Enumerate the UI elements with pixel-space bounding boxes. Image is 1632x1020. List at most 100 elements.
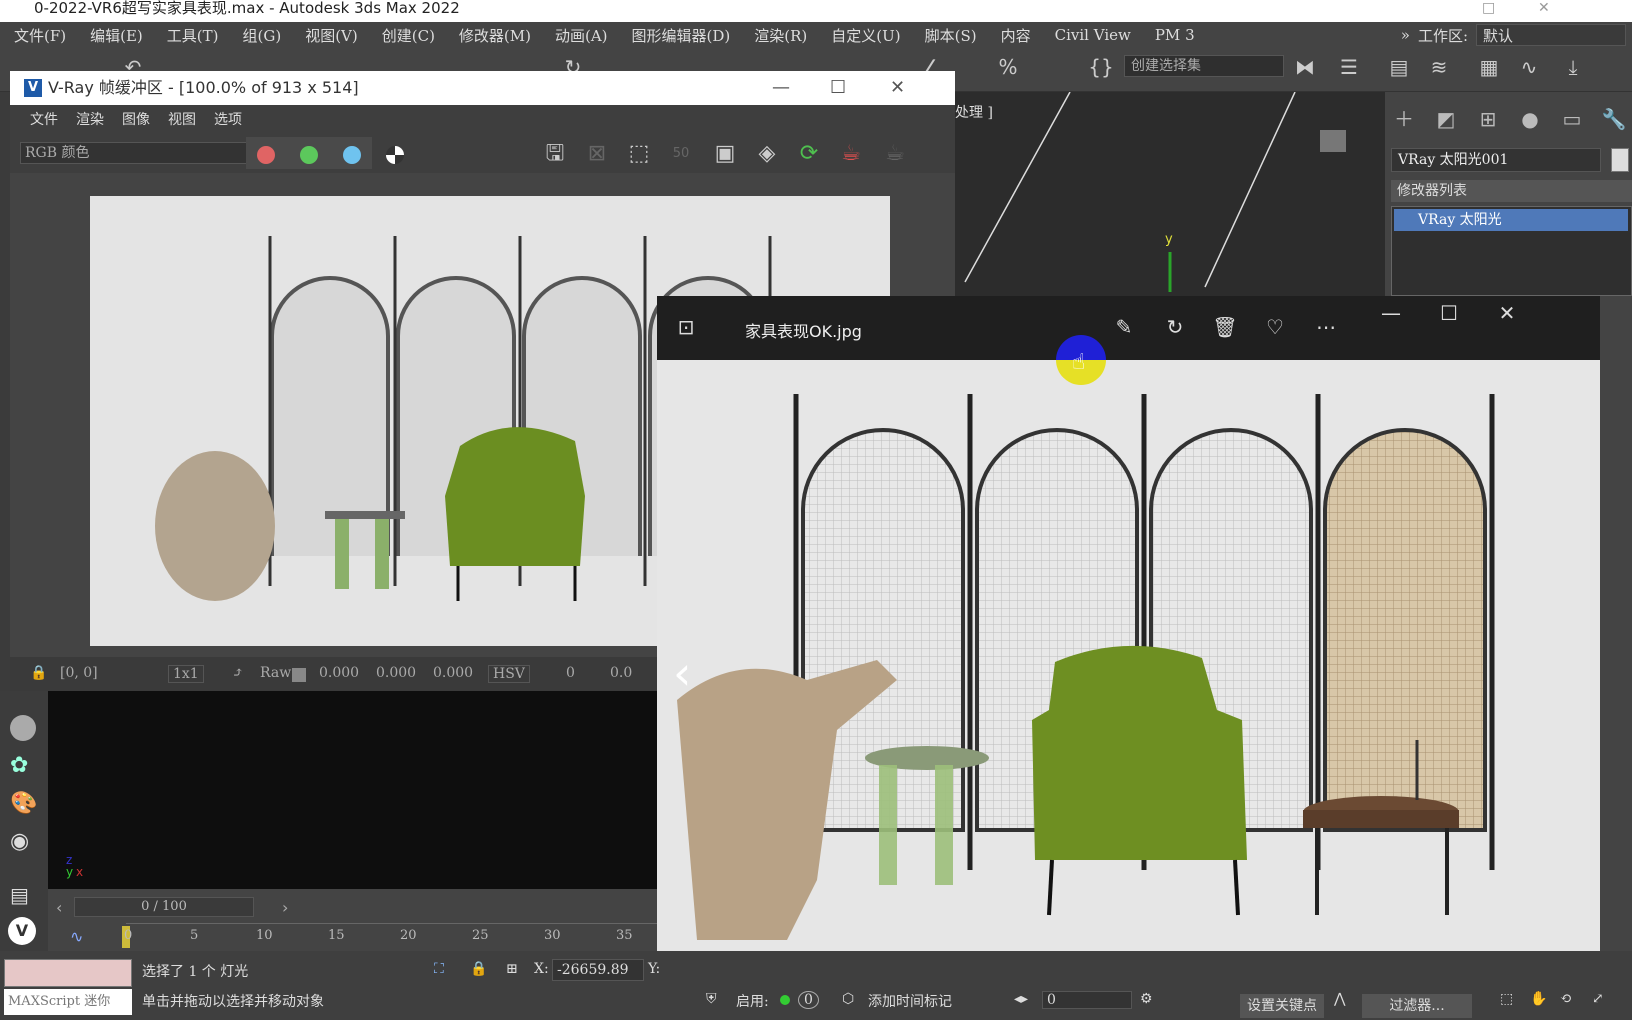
delete-icon[interactable]: 🗑 bbox=[1210, 312, 1240, 342]
color-mode-select[interactable]: HSV bbox=[488, 665, 530, 683]
menu-modifiers[interactable]: 修改器(M) bbox=[459, 25, 531, 46]
workspace-select[interactable]: 默认 bbox=[1476, 24, 1626, 46]
minimize-icon[interactable]: — bbox=[1376, 298, 1406, 328]
minimize-icon[interactable]: — bbox=[772, 71, 790, 105]
menu-views[interactable]: 视图(V) bbox=[305, 25, 358, 46]
menu-customize[interactable]: 自定义(U) bbox=[831, 25, 900, 46]
menu-tools[interactable]: 工具(T) bbox=[167, 25, 219, 46]
favorite-icon[interactable]: ♡ bbox=[1260, 312, 1290, 342]
region-render-icon[interactable]: ⬚ bbox=[624, 139, 654, 169]
perspective-viewport[interactable]: 处理 ] y bbox=[955, 92, 1385, 297]
menu-content[interactable]: 内容 bbox=[1001, 25, 1031, 46]
display-tab-icon[interactable]: ▭ bbox=[1559, 106, 1585, 132]
clear-icon[interactable]: ⊠ bbox=[582, 139, 612, 169]
menu-pm3[interactable]: PM 3 bbox=[1155, 26, 1195, 44]
menu-group[interactable]: 组(G) bbox=[243, 25, 282, 46]
maxscript-listener[interactable] bbox=[4, 959, 132, 987]
red-channel-toggle[interactable] bbox=[257, 146, 275, 164]
modify-tab-icon[interactable]: ◩ bbox=[1433, 106, 1459, 132]
menu-file[interactable]: 文件(F) bbox=[14, 25, 66, 46]
refresh-icon[interactable]: ⟳ bbox=[794, 139, 824, 169]
maximize-icon[interactable]: ☐ bbox=[830, 71, 846, 105]
time-ruler[interactable]: 0 5 10 15 20 25 30 35 bbox=[122, 923, 657, 949]
green-channel-toggle[interactable] bbox=[300, 146, 318, 164]
set-key-button[interactable]: 设置关键点 bbox=[1240, 994, 1324, 1018]
menu-scripting[interactable]: 脚本(S) bbox=[925, 25, 977, 46]
edit-image-icon[interactable]: ✎ bbox=[1109, 312, 1139, 342]
hierarchy-tab-icon[interactable]: ⊞ bbox=[1475, 106, 1501, 132]
bottom-viewport[interactable]: z y x bbox=[48, 691, 657, 889]
add-time-tag[interactable]: 添加时间标记 bbox=[868, 991, 952, 1011]
maxscript-mini-label[interactable]: MAXScript 迷你 bbox=[4, 989, 132, 1015]
lens-effects-icon[interactable]: ◈ bbox=[752, 139, 782, 169]
utilities-tab-icon[interactable]: 🔧 bbox=[1601, 106, 1627, 132]
palette-icon[interactable]: 🎨 bbox=[10, 791, 37, 816]
curve-icon[interactable]: ⤴ bbox=[232, 665, 244, 681]
lock-selection-icon[interactable]: 🔒 bbox=[470, 961, 487, 977]
menu-create[interactable]: 创建(C) bbox=[382, 25, 435, 46]
zoom-region-icon[interactable]: ⬚ bbox=[1500, 991, 1513, 1007]
mirror-icon[interactable]: ⧓ bbox=[1292, 54, 1318, 80]
more-icon[interactable]: ⋯ bbox=[1311, 312, 1341, 342]
timeline-prev-icon[interactable]: ‹ bbox=[56, 898, 62, 917]
channel-select[interactable]: RGB 颜色 bbox=[20, 142, 252, 164]
vfb-menu-options[interactable]: 选项 bbox=[214, 109, 242, 129]
slate-material-icon[interactable]: ✿ bbox=[10, 753, 28, 778]
vfb-menu-image[interactable]: 图像 bbox=[122, 109, 150, 129]
menu-animation[interactable]: 动画(A) bbox=[555, 25, 608, 46]
time-slider[interactable]: 0 / 100 bbox=[74, 897, 254, 917]
vfb-menu-render[interactable]: 渲染 bbox=[76, 109, 104, 129]
object-color-swatch[interactable] bbox=[1611, 148, 1629, 172]
maximize-icon[interactable]: □ bbox=[1482, 0, 1495, 16]
pan-icon[interactable]: ✋ bbox=[1530, 991, 1547, 1007]
braces-icon[interactable]: {} bbox=[1088, 54, 1114, 80]
track-mouse-icon[interactable]: ▣ bbox=[710, 139, 740, 169]
rotate-icon[interactable]: ↻ bbox=[1160, 312, 1190, 342]
vfb-menu-file[interactable]: 文件 bbox=[30, 109, 58, 129]
previous-arrow-icon[interactable]: ‹ bbox=[673, 650, 691, 696]
vfb-menu-view[interactable]: 视图 bbox=[168, 109, 196, 129]
interactive-render-icon[interactable]: ☕ bbox=[880, 139, 910, 169]
curve-editor-icon[interactable]: ∿ bbox=[70, 927, 83, 946]
create-tab-icon[interactable]: ＋ bbox=[1391, 106, 1417, 132]
layer-icon[interactable]: ≋ bbox=[1426, 54, 1452, 80]
material-sphere-icon[interactable] bbox=[10, 715, 36, 741]
curve-editor-icon[interactable]: ∿ bbox=[1516, 54, 1542, 80]
isolate-icon[interactable]: ⛶ bbox=[434, 961, 444, 977]
sample-size-select[interactable]: 1x1 bbox=[168, 665, 204, 683]
frame-arrows-icon[interactable]: ◂▸ bbox=[1014, 991, 1028, 1007]
close-icon[interactable]: ✕ bbox=[1492, 298, 1522, 328]
alpha-channel-toggle[interactable] bbox=[386, 146, 404, 164]
menu-edit[interactable]: 编辑(E) bbox=[90, 25, 143, 46]
selection-set-dropdown[interactable]: 创建选择集 bbox=[1124, 55, 1284, 77]
lock-icon[interactable]: 🔒 bbox=[30, 665, 47, 681]
scene-icon[interactable]: ▤ bbox=[10, 883, 29, 907]
render-setup-icon[interactable]: ⤓ bbox=[1560, 54, 1586, 80]
x-coordinate-field[interactable]: -26659.89 bbox=[552, 959, 644, 981]
zoom-50-icon[interactable]: 50 bbox=[666, 139, 696, 169]
maximize-viewport-icon[interactable]: ⤢ bbox=[1592, 991, 1604, 1007]
time-config-icon[interactable]: ⚙ bbox=[1140, 991, 1153, 1007]
filters-button[interactable]: 过滤器... bbox=[1362, 994, 1472, 1018]
menu-rendering[interactable]: 渲染(R) bbox=[754, 25, 807, 46]
current-frame-field[interactable]: 0 bbox=[1042, 991, 1132, 1009]
expand-icon[interactable]: » bbox=[1401, 26, 1410, 44]
enable-count[interactable]: 0 bbox=[798, 991, 819, 1009]
menu-graph-editors[interactable]: 图形编辑器(D) bbox=[632, 25, 731, 46]
scene-explorer-icon[interactable]: ▤ bbox=[1386, 54, 1412, 80]
key-filter-icon[interactable]: ⋀ bbox=[1334, 991, 1345, 1007]
gallery-icon[interactable]: ⊡ bbox=[671, 312, 701, 342]
motion-tab-icon[interactable]: ● bbox=[1517, 106, 1543, 132]
close-icon[interactable]: ✕ bbox=[1538, 0, 1550, 16]
render-teapot-icon[interactable]: ☕ bbox=[836, 139, 866, 169]
save-icon[interactable]: 🖫 bbox=[540, 139, 570, 169]
timeline-next-icon[interactable]: › bbox=[282, 898, 288, 917]
percent-snap-icon[interactable]: % bbox=[995, 54, 1021, 80]
modifier-list-dropdown[interactable]: 修改器列表 bbox=[1391, 180, 1632, 202]
modifier-stack-item[interactable]: VRay 太阳光 bbox=[1394, 209, 1628, 231]
orbit-icon[interactable]: ⟲ bbox=[1560, 991, 1572, 1007]
object-name-field[interactable]: VRay 太阳光001 bbox=[1391, 148, 1601, 172]
align-icon[interactable]: ☰ bbox=[1336, 54, 1362, 80]
maximize-icon[interactable]: ☐ bbox=[1434, 298, 1464, 328]
ribbon-icon[interactable]: ▦ bbox=[1476, 54, 1502, 80]
